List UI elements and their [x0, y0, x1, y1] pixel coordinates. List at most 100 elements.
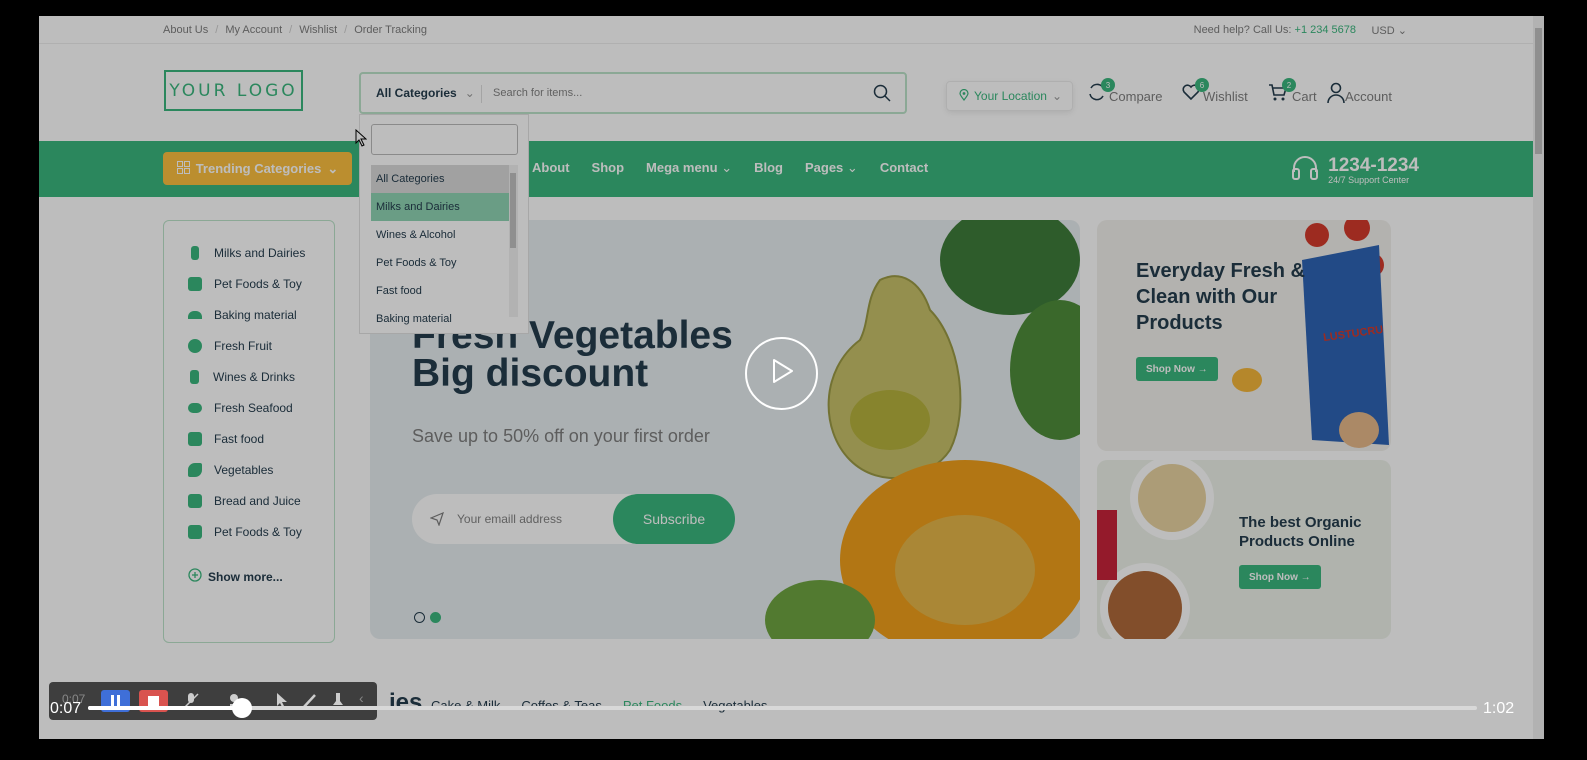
pet-food-icon — [188, 277, 202, 291]
top-link-order-tracking[interactable]: Order Tracking — [347, 24, 434, 36]
help-prefix: Need help? Call Us: — [1193, 24, 1295, 36]
wishlist-link[interactable]: 6 Wishlist — [1181, 78, 1248, 104]
dropdown-option[interactable]: Wines & Alcohol — [371, 221, 518, 249]
sidebar-item-milks[interactable]: Milks and Dairies — [188, 246, 305, 260]
vegetables-image — [765, 220, 1080, 639]
nuts-image — [1097, 460, 1214, 639]
shop-now-label: Shop Now — [1249, 571, 1298, 583]
top-link-about[interactable]: About Us — [163, 24, 215, 36]
play-button[interactable] — [745, 337, 818, 410]
video-duration: 1:02 — [1483, 700, 1515, 717]
dropdown-search-input[interactable] — [371, 124, 518, 155]
compare-count-badge: 3 — [1101, 78, 1115, 92]
promo-banner-1: LUSTUCRU Everyday Fresh & Clean with Our P… — [1097, 220, 1391, 451]
nav-pages-label: Pages — [804, 160, 844, 175]
dropdown-option-selected[interactable]: Milks and Dairies — [371, 193, 518, 221]
top-link-account[interactable]: My Account — [218, 24, 289, 36]
show-more-button[interactable]: Show more... — [188, 568, 283, 585]
category-select[interactable]: All Categories ⌄ — [376, 86, 475, 100]
sidebar-item-label: Pet Foods & Toy — [214, 525, 302, 539]
sidebar-item-bread[interactable]: Bread and Juice — [188, 494, 301, 508]
slider-dots — [414, 612, 441, 623]
location-label: Your Location — [974, 89, 1047, 103]
nav-blog[interactable]: Blog — [754, 160, 783, 176]
sidebar-item-label: Milks and Dairies — [214, 246, 306, 260]
newsletter-form: Your emaill address Subscribe — [412, 494, 735, 544]
banner1-title-line2: Clean with Our — [1136, 286, 1278, 308]
sidebar-item-seafood[interactable]: Fresh Seafood — [188, 401, 293, 415]
banner2-title: The best Organic Products Online — [1239, 513, 1362, 551]
wine-bottle-icon — [190, 370, 199, 384]
dropdown-option[interactable]: Pet Foods & Toy — [371, 249, 518, 277]
fruit-icon — [188, 339, 202, 353]
collapse-chevron-icon[interactable]: ‹ — [359, 690, 364, 706]
top-bar: About Us / My Account / Wishlist / Order Tr… — [39, 16, 1544, 44]
milk-bottle-icon — [191, 246, 199, 260]
sidebar-item-wines[interactable]: Wines & Drinks — [188, 370, 295, 384]
arrow-right-icon: → — [1197, 363, 1208, 375]
mic-off-icon[interactable] — [183, 692, 199, 715]
chevron-down-icon: ⌄ — [464, 86, 475, 100]
show-more-label: Show more... — [208, 569, 283, 584]
nav-mega-menu[interactable]: Mega menu ⌄ — [646, 160, 732, 176]
grid-icon — [176, 160, 190, 177]
fast-food-icon — [188, 432, 202, 446]
user-icon — [1327, 82, 1345, 104]
compare-link[interactable]: 3 Compare — [1087, 78, 1162, 104]
cart-icon: 2 — [1268, 78, 1296, 104]
nav-pages[interactable]: Pages ⌄ — [805, 160, 858, 176]
pen-tool-icon[interactable] — [301, 692, 317, 715]
banner1-shop-now-button[interactable]: Shop Now → — [1136, 357, 1218, 381]
email-input[interactable]: Your emaill address — [457, 512, 562, 526]
chevron-down-icon: ⌄ — [846, 160, 858, 175]
currency-label: USD — [1371, 25, 1395, 37]
dropdown-scrollbar[interactable] — [509, 165, 518, 317]
page-scroll-thumb[interactable] — [1535, 28, 1542, 154]
support-number[interactable]: 1234-1234 — [1328, 156, 1419, 175]
chevron-down-icon: ⌄ — [721, 160, 733, 175]
sidebar-item-vegetables[interactable]: Vegetables — [188, 463, 273, 477]
top-link-wishlist[interactable]: Wishlist — [292, 24, 344, 36]
help-phone[interactable]: +1 234 5678 — [1295, 24, 1356, 36]
sidebar-item-fast-food[interactable]: Fast food — [188, 432, 264, 446]
slider-dot[interactable] — [414, 612, 425, 623]
nav-shop[interactable]: Shop — [592, 160, 625, 176]
sidebar-item-pet-foods[interactable]: Pet Foods & Toy — [188, 277, 302, 291]
trending-categories-button[interactable]: Trending Categories ⌄ — [163, 152, 352, 185]
vegetable-icon — [188, 463, 202, 477]
location-select[interactable]: Your Location ⌄ — [946, 81, 1073, 111]
sidebar-item-label: Wines & Drinks — [213, 370, 296, 384]
sidebar-item-fresh-fruit[interactable]: Fresh Fruit — [188, 339, 272, 353]
currency-select[interactable]: USD ⌄ — [1371, 24, 1407, 37]
nav-about[interactable]: About — [532, 160, 570, 176]
shop-now-label: Shop Now — [1146, 363, 1195, 375]
cart-link[interactable]: 2 Cart — [1268, 78, 1317, 104]
video-progress-fill — [88, 706, 243, 710]
dropdown-option[interactable]: Baking material — [371, 305, 518, 327]
pointer-tool-icon[interactable] — [275, 692, 289, 715]
banner2-title-line2: Products Online — [1239, 533, 1355, 550]
banner1-title-line1: Everyday Fresh & — [1136, 260, 1305, 282]
account-link[interactable]: Account — [1327, 82, 1392, 104]
top-links: About Us / My Account / Wishlist / Order Tr… — [163, 24, 434, 36]
video-progress-track[interactable] — [88, 706, 1477, 710]
subscribe-button[interactable]: Subscribe — [613, 494, 735, 544]
support-center: 1234-1234 24/7 Support Center — [1290, 154, 1419, 187]
dropdown-option[interactable]: All Categories — [371, 165, 518, 193]
arrow-right-icon: → — [1300, 571, 1311, 583]
sidebar-item-baking[interactable]: Baking material — [188, 308, 297, 322]
logo[interactable]: YOUR LOGO — [164, 70, 303, 111]
wishlist-count-badge: 6 — [1195, 78, 1209, 92]
help-text: Need help? Call Us: +1 234 5678 — [1194, 24, 1356, 36]
search-icon[interactable] — [873, 84, 891, 107]
highlighter-tool-icon[interactable] — [331, 692, 345, 715]
send-icon — [429, 511, 444, 531]
search-input[interactable]: Search for items... — [493, 87, 582, 99]
slider-dot-active[interactable] — [430, 612, 441, 623]
nav-contact[interactable]: Contact — [880, 160, 928, 176]
page-scrollbar[interactable] — [1533, 16, 1544, 739]
sidebar-item-pet-foods-2[interactable]: Pet Foods & Toy — [188, 525, 302, 539]
dropdown-option[interactable]: Fast food — [371, 277, 518, 305]
banner2-shop-now-button[interactable]: Shop Now → — [1239, 565, 1321, 589]
dropdown-scroll-thumb[interactable] — [510, 173, 516, 248]
